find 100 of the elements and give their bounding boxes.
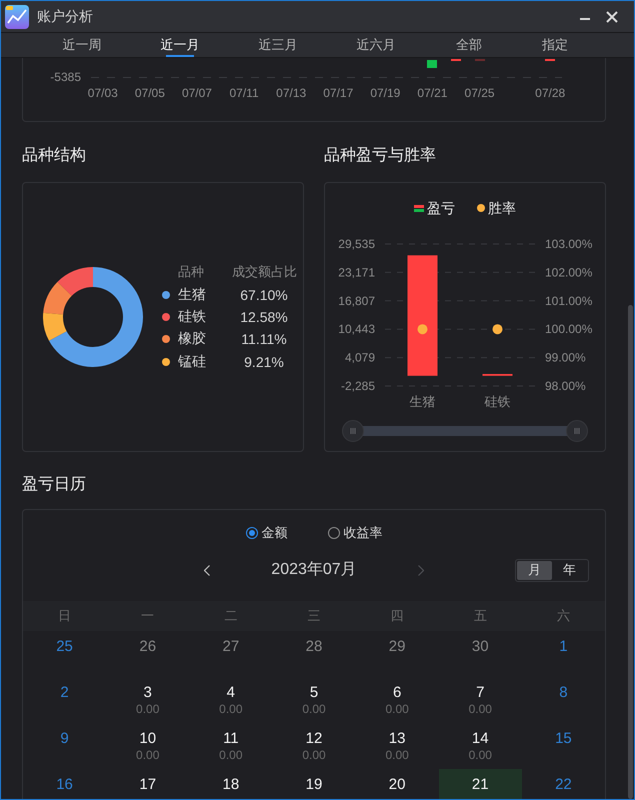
chart-bar	[427, 60, 438, 68]
mode-radio[interactable]: 收益率	[328, 524, 382, 542]
legend-swatch-icon	[414, 204, 424, 212]
axis-label: 103.00%	[545, 237, 592, 251]
day-number: 14	[472, 729, 489, 748]
axis-label: 29,535	[338, 237, 375, 251]
legend-dot-icon	[477, 204, 485, 212]
legend-label: 硅铁	[178, 308, 206, 326]
day-number: 8	[559, 683, 568, 702]
axis-label: 07/17	[323, 86, 354, 100]
axis-label: 102.00%	[545, 265, 592, 280]
period-tab[interactable]: 近一月	[160, 33, 200, 57]
axis-label: 07/13	[276, 86, 306, 100]
axis-label: 07/07	[182, 86, 212, 100]
day-value: 0.00	[219, 702, 243, 717]
period-tab[interactable]: 近一周	[62, 33, 102, 57]
section-title: 品种盈亏与胜率	[324, 146, 436, 166]
axis-label: 07/21	[417, 86, 448, 100]
view-toggle-button[interactable]: 月	[517, 560, 552, 580]
weekday-label: 六	[556, 607, 570, 625]
day-value: 0.00	[302, 748, 326, 763]
window-title: 账户分析	[37, 8, 93, 26]
legend-label: 生猪	[178, 286, 206, 304]
day-number: 20	[388, 775, 406, 794]
axis-label: -5385	[50, 70, 81, 84]
axis-label: 10,443	[338, 322, 375, 336]
period-tab[interactable]: 指定	[542, 33, 568, 57]
axis-label: 23,171	[338, 265, 375, 280]
legend-value: 12.58%	[240, 308, 288, 325]
day-number: 11	[223, 729, 239, 748]
legend-label: 橡胶	[178, 330, 206, 348]
highlighted-day-cell[interactable]: 21	[438, 769, 522, 799]
day-value: 0.00	[385, 748, 409, 763]
legend-value: 9.21%	[244, 354, 284, 370]
axis-label: 07/25	[464, 86, 495, 100]
axis-label: 07/03	[88, 86, 118, 100]
day-number: 12	[306, 729, 322, 748]
day-number: 21	[472, 775, 489, 794]
axis-label: 生猪	[410, 394, 436, 409]
day-number: 4	[226, 683, 236, 702]
day-number: 16	[56, 775, 73, 794]
day-number: 18	[222, 775, 240, 794]
day-number: 25	[56, 637, 73, 656]
day-value: 0.00	[468, 748, 492, 763]
day-number: 2	[60, 683, 69, 702]
axis-label: 99.00%	[545, 350, 586, 365]
app-logo-icon	[5, 4, 29, 28]
day-number: 3	[144, 683, 152, 702]
day-number: 27	[222, 637, 240, 656]
day-number: 5	[310, 683, 318, 702]
day-number: 10	[139, 729, 156, 748]
day-number: 13	[388, 729, 406, 748]
column-header: 品种	[178, 263, 204, 282]
day-number: 6	[392, 683, 402, 702]
day-value: 0.00	[385, 702, 409, 717]
slider-handle[interactable]	[342, 420, 364, 442]
mode-radio[interactable]: 金额	[246, 524, 288, 542]
chevron-right-icon	[418, 564, 424, 576]
day-number: 19	[306, 775, 322, 794]
weekday-label: 三	[307, 607, 320, 625]
section-title: 品种结构	[22, 146, 86, 166]
period-tab[interactable]: 全部	[456, 33, 482, 57]
period-tab[interactable]: 近三月	[258, 33, 298, 57]
day-number: 1	[559, 637, 568, 656]
section-title: 盈亏日历	[22, 475, 86, 495]
legend-value: 67.10%	[240, 286, 288, 303]
legend-label: 锰硅	[178, 352, 206, 371]
day-value: 0.00	[468, 702, 492, 717]
axis-label: 101.00%	[545, 294, 592, 308]
axis-label: 07/11	[229, 86, 259, 100]
close-icon	[606, 10, 618, 22]
chart-point	[492, 324, 502, 334]
axis-label: 16,807	[338, 294, 375, 308]
axis-label: -2,285	[340, 379, 375, 393]
axis-label: 98.00%	[545, 379, 586, 393]
period-tab[interactable]: 近六月	[356, 33, 396, 57]
day-number: 15	[555, 729, 572, 748]
day-number: 9	[60, 729, 69, 748]
day-number: 7	[476, 683, 484, 702]
day-number: 29	[388, 637, 406, 656]
day-value: 0.00	[302, 702, 326, 717]
axis-label: 4,079	[344, 350, 375, 365]
column-header: 成交额占比	[232, 263, 297, 282]
slider-handle[interactable]	[566, 420, 588, 442]
view-toggle-button[interactable]: 年	[552, 560, 587, 580]
chevron-left-icon	[204, 564, 210, 576]
day-number: 22	[555, 775, 572, 794]
day-value: 0.00	[219, 748, 243, 763]
day-number: 30	[472, 637, 489, 656]
scrollbar-thumb[interactable]	[628, 305, 633, 799]
day-number: 26	[139, 637, 156, 656]
minimize-icon	[580, 18, 590, 20]
legend-value: 11.11%	[241, 331, 287, 348]
weekday-label: 二	[224, 607, 238, 625]
day-number: 28	[306, 637, 322, 656]
day-value: 0.00	[136, 748, 160, 763]
day-value: 0.00	[136, 702, 160, 717]
axis-label: 硅铁	[484, 394, 510, 409]
month-title: 2023年07月	[271, 560, 357, 580]
weekday-label: 一	[141, 607, 154, 625]
